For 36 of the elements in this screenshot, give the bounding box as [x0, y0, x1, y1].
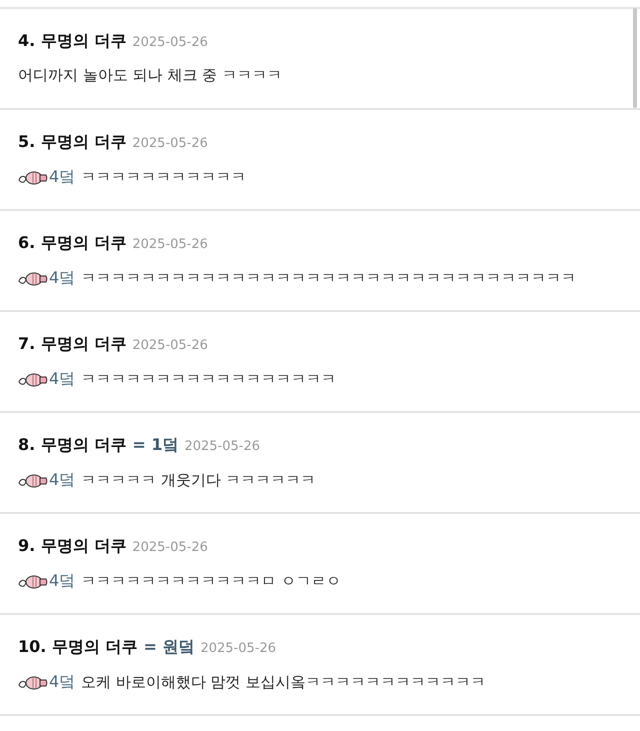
comment-text: ㅋㅋㅋㅋㅋㅋㅋㅋㅋㅋㅋ — [81, 168, 246, 187]
reply-mention-link[interactable]: 4덬 — [49, 470, 76, 491]
comment-author: 8. 무명의 더쿠 — [18, 435, 126, 456]
comment-text: 어디까지 놀아도 되나 체크 중 ㅋㅋㅋㅋ — [18, 66, 282, 85]
reply-mention-link[interactable]: 4덬 — [49, 672, 76, 693]
scrollbar[interactable] — [633, 8, 637, 108]
comment-text: ㅋㅋㅋㅋㅋㅋㅋㅋㅋㅋㅋㅋㅋㅋㅋㅋㅋㅋㅋㅋㅋㅋㅋㅋㅋㅋㅋㅋㅋㅋㅋㅋㅋ — [81, 269, 576, 288]
comment-date: 2025-05-26 — [184, 439, 260, 454]
comment-author: 5. 무명의 더쿠 — [18, 132, 126, 153]
comment-author: 6. 무명의 더쿠 — [18, 233, 126, 254]
reply-mention-link[interactable]: 4덬 — [49, 167, 76, 188]
pointing-hand-icon — [18, 574, 48, 590]
comment-author: 10. 무명의 더쿠 — [18, 637, 138, 658]
pointing-hand-icon — [18, 674, 48, 690]
comment-text: ㅋㅋㅋㅋㅋㅋㅋㅋㅋㅋㅋㅋㅁ ㅇㄱㄹㅇ — [81, 572, 341, 591]
comment-date: 2025-05-26 — [132, 540, 208, 555]
comment-author: 7. 무명의 더쿠 — [18, 334, 126, 355]
comment-author: 9. 무명의 더쿠 — [18, 536, 126, 557]
comment-date: 2025-05-26 — [132, 237, 208, 252]
pointing-hand-icon — [18, 472, 48, 488]
comment-text: 오케 바로이해했다 맘껏 보십시옼ㅋㅋㅋㅋㅋㅋㅋㅋㅋㅋㅋㅋ — [81, 673, 486, 692]
reply-mention-link[interactable]: 4덬 — [49, 369, 76, 390]
comment-date: 2025-05-26 — [132, 136, 208, 151]
comment-text: ㅋㅋㅋㅋㅋ 개웃기다 ㅋㅋㅋㅋㅋㅋ — [81, 471, 316, 490]
author-tag: = 원덬 — [143, 637, 194, 658]
reply-mention-link[interactable]: 4덬 — [49, 268, 76, 289]
author-tag: = 1덬 — [132, 435, 178, 456]
pointing-hand-icon — [18, 270, 48, 286]
comment-text: ㅋㅋㅋㅋㅋㅋㅋㅋㅋㅋㅋㅋㅋㅋㅋㅋㅋ — [81, 370, 336, 389]
reply-mention-link[interactable]: 4덬 — [49, 571, 76, 592]
pointing-hand-icon — [18, 372, 48, 388]
comment-date: 2025-05-26 — [132, 338, 208, 353]
comment-date: 2025-05-26 — [200, 641, 276, 656]
comment-date: 2025-05-26 — [132, 35, 208, 50]
comment-author: 4. 무명의 더쿠 — [18, 31, 126, 52]
pointing-hand-icon — [18, 170, 48, 186]
